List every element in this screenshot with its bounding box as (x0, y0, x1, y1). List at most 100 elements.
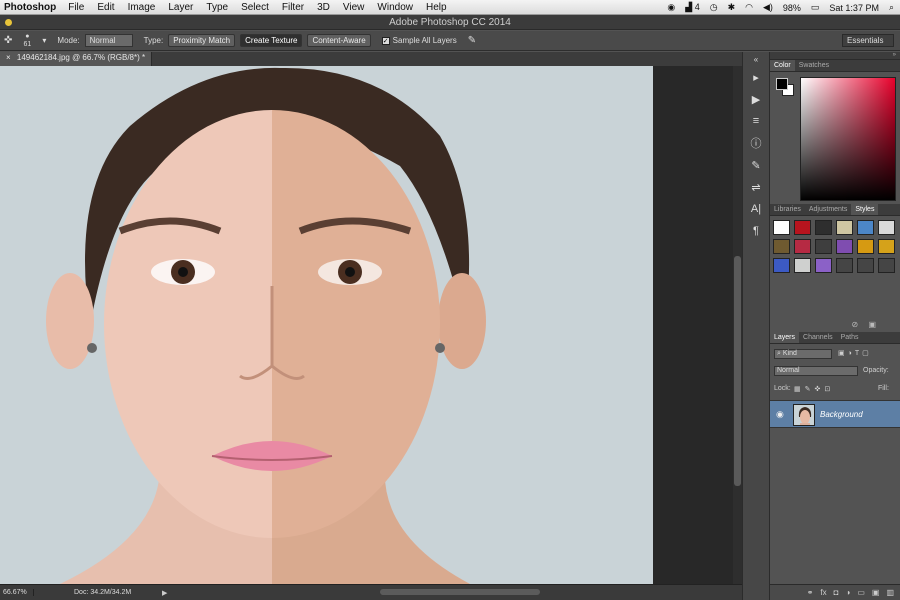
style-swatch[interactable] (878, 258, 895, 273)
foreground-color-swatch[interactable] (776, 78, 788, 90)
menu-edit[interactable]: Edit (97, 2, 114, 13)
proximity-match-button[interactable]: Proximity Match (168, 34, 236, 47)
menu-filter[interactable]: Filter (282, 2, 304, 13)
time-machine-icon[interactable]: ◷ (710, 2, 718, 13)
battery-icon[interactable]: ▭ (811, 2, 820, 13)
tab-libraries[interactable]: Libraries (770, 204, 805, 215)
zoom-level[interactable]: 66.67% (0, 589, 34, 596)
content-aware-button[interactable]: Content-Aware (307, 34, 371, 47)
battery-percent[interactable]: 98% (783, 3, 801, 13)
properties-icon[interactable]: ▶ (743, 88, 769, 110)
brush-preset-picker[interactable]: ● 61 (17, 33, 37, 49)
style-swatch[interactable] (878, 220, 895, 235)
filter-pixel-icon[interactable]: ▣ (838, 350, 848, 357)
adobe-icon[interactable]: ▟ 4 (685, 2, 699, 13)
volume-icon[interactable]: ◀) (763, 2, 773, 13)
layer-filter-kind[interactable]: ⌕ Kind (774, 349, 832, 359)
tab-color[interactable]: Color (770, 60, 795, 71)
menu-image[interactable]: Image (128, 2, 156, 13)
app-menu-photoshop[interactable]: Photoshop (4, 2, 56, 13)
menu-select[interactable]: Select (241, 2, 269, 13)
brush-icon[interactable]: ✎ (743, 154, 769, 176)
style-swatch[interactable] (773, 258, 790, 273)
menu-3d[interactable]: 3D (317, 2, 330, 13)
color-spectrum-picker[interactable] (800, 77, 896, 201)
mode-select[interactable]: Normal (84, 34, 133, 47)
style-swatch[interactable] (836, 220, 853, 235)
fx-icon[interactable]: fx (820, 588, 826, 597)
lock-paint-icon[interactable]: ✎ (805, 386, 815, 393)
lock-move-icon[interactable]: ✜ (815, 386, 825, 393)
menu-view[interactable]: View (343, 2, 365, 13)
style-swatch[interactable] (857, 220, 874, 235)
sliders-icon[interactable]: ⇌ (743, 176, 769, 198)
style-swatch[interactable] (794, 220, 811, 235)
style-swatch[interactable] (815, 220, 832, 235)
style-swatch[interactable] (794, 258, 811, 273)
style-swatch[interactable] (857, 239, 874, 254)
adjust-icon[interactable]: ≡ (743, 110, 769, 132)
tab-styles[interactable]: Styles (851, 204, 879, 215)
menu-layer[interactable]: Layer (168, 2, 193, 13)
info-icon[interactable]: ⓘ (743, 132, 769, 154)
collapse-icon[interactable]: « (743, 52, 769, 66)
clock[interactable]: Sat 1:37 PM (829, 3, 879, 13)
close-tab-icon[interactable]: × (6, 53, 11, 62)
visibility-eye-icon[interactable]: ◉ (776, 409, 784, 420)
canvas-vertical-scrollbar[interactable] (733, 66, 742, 584)
tab-channels[interactable]: Channels (799, 332, 837, 343)
patch-tool-icon[interactable]: ✜ (4, 35, 12, 46)
new-group-icon[interactable]: ▭ (857, 588, 865, 597)
spotlight-icon[interactable]: ⌕ (889, 2, 894, 13)
lock-all-icon[interactable]: ⊡ (824, 386, 834, 393)
filter-adjust-icon[interactable]: ◑ (848, 350, 855, 357)
link-layers-icon[interactable]: ⚭ (807, 588, 814, 597)
sample-all-layers[interactable]: ✓ Sample All Layers (381, 36, 457, 45)
canvas-horizontal-scrollbar[interactable] (380, 589, 540, 595)
menu-window[interactable]: Window (377, 2, 413, 13)
tab-paths[interactable]: Paths (837, 332, 863, 343)
document-tab[interactable]: × 149462184.jpg @ 66.7% (RGB/8*) * (0, 52, 153, 66)
workspace-select[interactable]: Essentials (842, 34, 894, 47)
filter-shape-icon[interactable]: ▢ (862, 350, 872, 357)
character-icon[interactable]: A| (743, 198, 769, 220)
style-swatch[interactable] (836, 239, 853, 254)
tab-adjustments[interactable]: Adjustments (805, 204, 852, 215)
new-style-icon[interactable]: ▣ (868, 320, 876, 329)
scrollbar-thumb[interactable] (734, 256, 741, 486)
tab-layers[interactable]: Layers (770, 332, 800, 343)
clear-style-icon[interactable]: ⊘ (852, 320, 859, 329)
layer-row-background[interactable]: ◉ Background (770, 400, 900, 428)
adjustment-layer-icon[interactable]: ◑ (845, 588, 850, 597)
style-swatch[interactable] (878, 239, 895, 254)
add-mask-icon[interactable]: ◘ (834, 588, 839, 597)
style-swatch[interactable] (815, 258, 832, 273)
document-canvas[interactable] (0, 66, 742, 584)
layer-name[interactable]: Background (820, 410, 863, 419)
style-swatch[interactable] (836, 258, 853, 273)
brush-dropdown-icon[interactable]: ▾ (42, 36, 46, 45)
style-swatch[interactable] (794, 239, 811, 254)
wifi-icon[interactable]: ◠ (745, 2, 753, 13)
style-swatch[interactable] (773, 239, 790, 254)
menu-help[interactable]: Help (426, 2, 447, 13)
new-layer-icon[interactable]: ▣ (872, 588, 880, 597)
menu-file[interactable]: File (68, 2, 84, 13)
bluetooth-icon[interactable]: ✱ (728, 2, 736, 13)
create-texture-button[interactable]: Create Texture (240, 34, 303, 47)
record-icon[interactable]: ◉ (667, 2, 675, 13)
paragraph-icon[interactable]: ¶ (743, 220, 769, 242)
history-icon[interactable]: ▸ (743, 66, 769, 88)
delete-layer-icon[interactable]: ▥ (886, 588, 894, 597)
style-swatch[interactable] (773, 220, 790, 235)
tab-swatches[interactable]: Swatches (795, 60, 833, 71)
pressure-brush-icon[interactable]: ✎ (468, 35, 476, 46)
portrait-photo[interactable] (0, 66, 653, 584)
lock-pixels-icon[interactable]: ▦ (794, 386, 805, 393)
minimize-button[interactable] (5, 19, 12, 26)
status-menu-arrow-icon[interactable]: ▶ (162, 589, 167, 597)
style-swatch[interactable] (857, 258, 874, 273)
style-swatch[interactable] (815, 239, 832, 254)
panel-collapse-icon[interactable]: » (889, 52, 900, 59)
menu-type[interactable]: Type (206, 2, 228, 13)
